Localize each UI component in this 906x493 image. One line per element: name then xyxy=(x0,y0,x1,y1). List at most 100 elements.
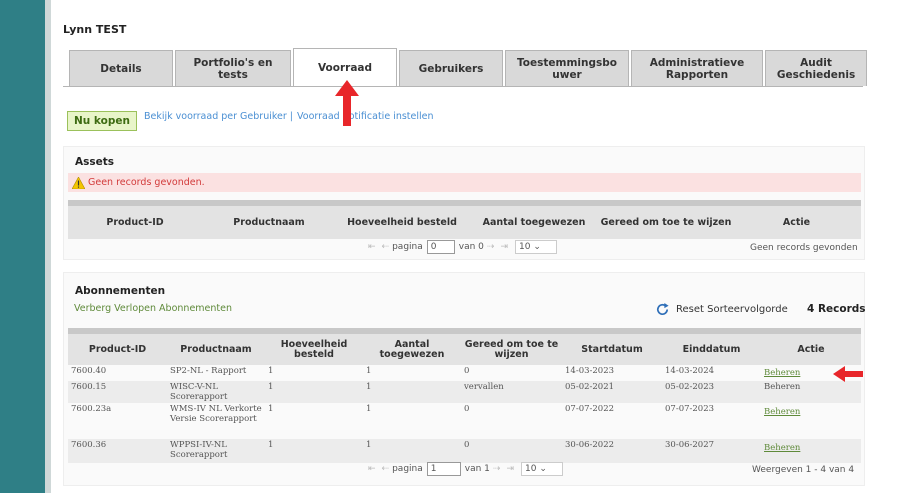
cell-productnaam: SP2-NL - Rapport xyxy=(170,366,247,376)
cell-startdatum: 30-06-2022 xyxy=(562,439,662,463)
cell-hoeveelheid: 1 xyxy=(265,381,363,403)
cell-gereed: 0 xyxy=(461,439,562,463)
assets-error-message: Geen records gevonden. xyxy=(68,173,861,192)
warning-icon xyxy=(72,176,85,189)
tab-details[interactable]: Details xyxy=(69,50,173,86)
cell-startdatum: 14-03-2023 xyxy=(565,366,615,376)
cell-einddatum: 30-06-2027 xyxy=(662,439,761,463)
red-arrow-left-icon xyxy=(833,366,863,382)
hide-expired-subscriptions-link[interactable]: Verberg Verlopen Abonnementen xyxy=(74,303,232,314)
page-edge xyxy=(45,0,51,493)
assets-status: Geen records gevonden xyxy=(750,243,858,253)
table-row: 7600.36 WPPSI-IV-NL Scorerapport 1 1 0 3… xyxy=(68,439,861,463)
tab-gebruikers[interactable]: Gebruikers xyxy=(399,50,503,86)
tab-baseline xyxy=(63,86,863,87)
subscriptions-page-size-select[interactable]: 10 ⌄ xyxy=(521,462,563,476)
subscriptions-page-input[interactable]: 1 xyxy=(426,462,461,476)
cell-toegewezen: 1 xyxy=(366,366,372,376)
view-stock-by-user-link[interactable]: Bekijk voorraad per Gebruiker | xyxy=(144,111,293,122)
assets-page-input[interactable]: 0 xyxy=(426,240,455,254)
last-page-icon[interactable]: ⇥ xyxy=(500,242,508,252)
cell-hoeveelheid: 1 xyxy=(268,404,274,414)
tab-label: Gebruikers xyxy=(418,62,484,75)
tab-label: Toestemmingsbo uwer xyxy=(517,56,617,81)
col-productnaam[interactable]: Productnaam xyxy=(167,328,265,365)
col-product-id[interactable]: Product-ID xyxy=(68,200,202,239)
stock-notification-link[interactable]: Voorraad notificatie instellen xyxy=(297,111,434,122)
cell-toegewezen: 1 xyxy=(363,439,461,463)
assets-error-text: Geen records gevonden. xyxy=(88,177,205,188)
col-actie[interactable]: Actie xyxy=(761,328,861,365)
subscriptions-pager: ⇤ ⇠ pagina 1 van 1 ⇢ ⇥ 10 ⌄ xyxy=(365,462,567,476)
cell-einddatum: 07-07-2023 xyxy=(665,404,715,414)
subscriptions-status: Weergeven 1 - 4 van 4 xyxy=(752,465,855,475)
col-hoeveelheid-besteld[interactable]: Hoeveelheid besteld xyxy=(265,328,363,365)
cell-einddatum: 05-02-2023 xyxy=(662,381,761,403)
pager-page-label: pagina xyxy=(392,464,423,474)
cell-productnaam: WPPSI-IV-NL Scorerapport xyxy=(167,439,265,463)
cell-product-id: 7600.36 xyxy=(68,439,167,463)
col-product-id[interactable]: Product-ID xyxy=(68,328,167,365)
manage-link[interactable]: Beheren xyxy=(764,443,800,453)
cell-gereed: vervallen xyxy=(461,381,562,403)
tab-portfolios[interactable]: Portfolio's en tests xyxy=(175,50,291,86)
prev-page-icon[interactable]: ⇠ xyxy=(382,242,390,252)
cell-startdatum: 07-07-2022 xyxy=(565,404,615,414)
page-size-value: 10 xyxy=(525,464,537,474)
subscriptions-table: Product-ID Productnaam Hoeveelheid beste… xyxy=(68,328,861,463)
page-size-value: 10 xyxy=(519,242,531,252)
reset-sort-order[interactable]: Reset Sorteervolgorde xyxy=(655,302,788,317)
cell-einddatum: 14-03-2024 xyxy=(665,366,715,376)
tab-label: Details xyxy=(100,62,142,75)
chevron-down-icon: ⌄ xyxy=(533,242,541,252)
assets-title: Assets xyxy=(75,156,115,168)
assets-pager: ⇤ ⇠ pagina 0 van 0 ⇢ ⇥ 10 ⌄ xyxy=(365,240,561,254)
tab-bar: Details Portfolio's en tests Voorraad Ge… xyxy=(69,48,869,86)
table-row: 7600.23a WMS-IV NL Verkorte Versie Score… xyxy=(68,403,861,439)
cell-product-id: 7600.40 xyxy=(71,366,107,376)
cell-hoeveelheid: 1 xyxy=(265,439,363,463)
tab-toestemmingsbouwer[interactable]: Toestemmingsbo uwer xyxy=(505,50,629,86)
user-name: Lynn TEST xyxy=(63,23,127,36)
col-gereed-om-toe-te-wijzen[interactable]: Gereed om toe te wijzen xyxy=(600,200,732,239)
col-einddatum[interactable]: Einddatum xyxy=(662,328,761,365)
cell-gereed: 0 xyxy=(464,404,470,414)
cell-startdatum: 05-02-2021 xyxy=(562,381,662,403)
last-page-icon[interactable]: ⇥ xyxy=(506,464,514,474)
col-actie[interactable]: Actie xyxy=(732,200,861,239)
next-page-icon[interactable]: ⇢ xyxy=(487,242,495,252)
tab-administratieve-rapporten[interactable]: Administratieve Rapporten xyxy=(631,50,763,86)
assets-page-size-select[interactable]: 10 ⌄ xyxy=(515,240,557,254)
col-aantal-toegewezen[interactable]: Aantal toegewezen xyxy=(363,328,461,365)
pager-of-label: van 1 xyxy=(464,464,490,474)
manage-text-disabled: Beheren xyxy=(764,382,801,392)
col-startdatum[interactable]: Startdatum xyxy=(562,328,662,365)
manage-link[interactable]: Beheren xyxy=(764,407,800,417)
red-arrow-up-icon xyxy=(335,80,359,126)
assets-table: Product-ID Productnaam Hoeveelheid beste… xyxy=(68,200,861,239)
col-productnaam[interactable]: Productnaam xyxy=(202,200,336,239)
table-row: 7600.15 WISC-V-NL Scorerapport 1 1 verva… xyxy=(68,381,861,403)
next-page-icon[interactable]: ⇢ xyxy=(493,464,501,474)
cell-productnaam: WISC-V-NL Scorerapport xyxy=(167,381,265,403)
subscriptions-header-row: Product-ID Productnaam Hoeveelheid beste… xyxy=(68,328,861,365)
tab-label: Voorraad xyxy=(317,61,373,74)
first-page-icon[interactable]: ⇤ xyxy=(368,242,376,252)
col-hoeveelheid-besteld[interactable]: Hoeveelheid besteld xyxy=(336,200,468,239)
tab-audit-geschiedenis[interactable]: Audit Geschiedenis xyxy=(765,50,867,86)
col-aantal-toegewezen[interactable]: Aantal toegewezen xyxy=(468,200,600,239)
first-page-icon[interactable]: ⇤ xyxy=(368,464,376,474)
cell-product-id: 7600.23a xyxy=(71,404,112,414)
tab-label: Portfolio's en tests xyxy=(193,56,273,81)
pager-page-label: pagina xyxy=(392,242,423,252)
tab-label: Administratieve Rapporten xyxy=(649,56,745,81)
prev-page-icon[interactable]: ⇠ xyxy=(382,464,390,474)
pager-of-label: van 0 xyxy=(458,242,484,252)
records-count: 4 Records xyxy=(807,303,866,315)
buy-now-button[interactable]: Nu kopen xyxy=(67,111,137,131)
assets-header-row: Product-ID Productnaam Hoeveelheid beste… xyxy=(68,200,861,239)
cell-toegewezen: 1 xyxy=(366,404,372,414)
subscriptions-title: Abonnementen xyxy=(75,285,166,297)
manage-link[interactable]: Beheren xyxy=(764,368,800,378)
col-gereed-om-toe-te-wijzen[interactable]: Gereed om toe te wijzen xyxy=(461,328,562,365)
